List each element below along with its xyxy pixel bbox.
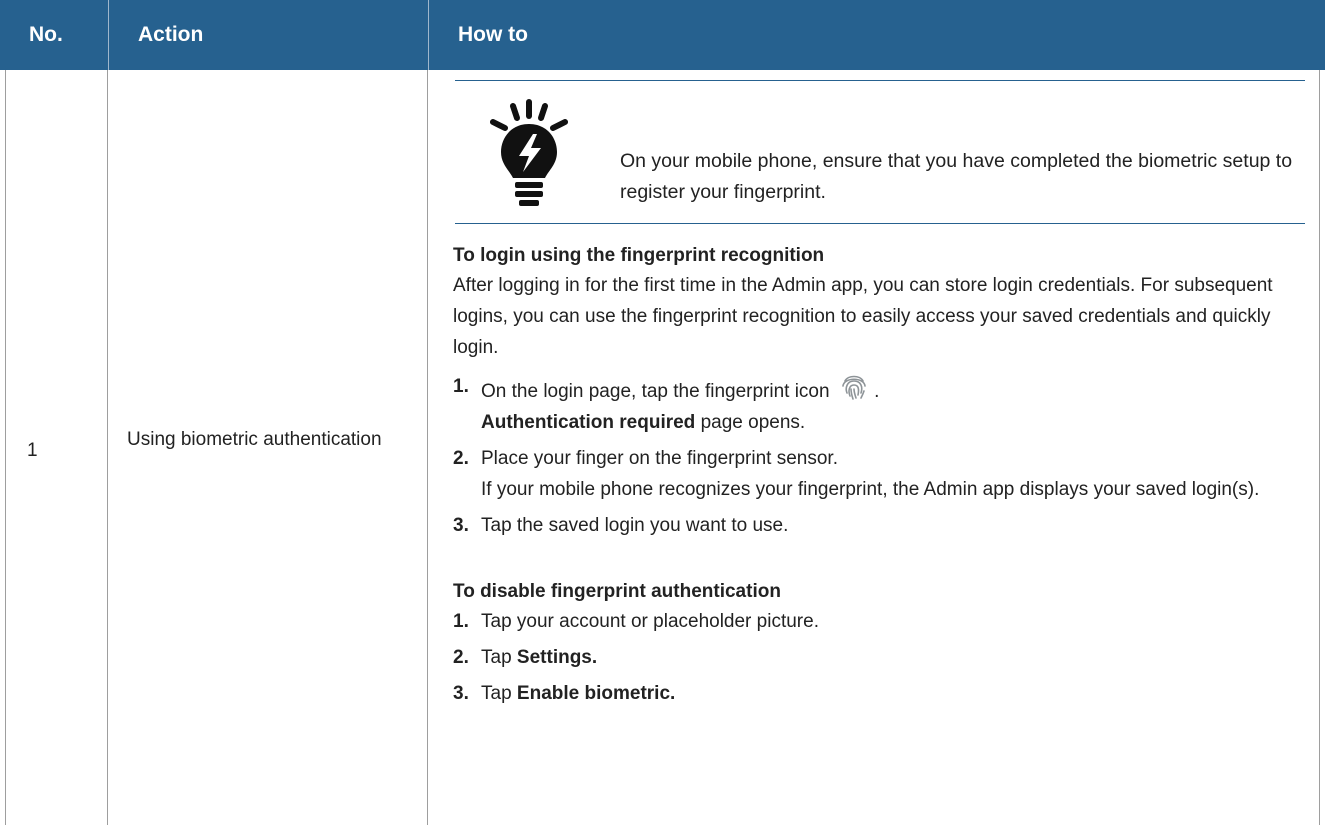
step-text: Tap the saved login you want to use. <box>481 515 789 536</box>
settings-label: Settings. <box>516 647 598 668</box>
enable-biometric-label: Enable biometric. <box>516 683 676 704</box>
step-text-end: . <box>874 381 880 402</box>
table-border-left <box>5 70 6 825</box>
note-rule-bottom <box>455 223 1305 224</box>
header-action: Action <box>108 0 428 70</box>
table-row: 1 Using biometric authentication On your… <box>0 70 1325 825</box>
step-text: Tap your account or placeholder picture. <box>481 611 819 632</box>
row-action: Using biometric authentication <box>127 429 382 450</box>
table-border-right <box>1319 70 1320 825</box>
note-rule-top <box>455 80 1305 81</box>
step-result: If your mobile phone recognizes your fin… <box>481 479 1260 500</box>
step-number: 3. <box>453 515 469 536</box>
column-divider-1 <box>107 70 108 825</box>
step-number: 2. <box>453 448 469 469</box>
login-section-title: To login using the fingerprint recogniti… <box>453 245 825 266</box>
page-name: Authentication required <box>481 412 696 433</box>
login-steps-list: 1. On the login page, tap the fingerprin… <box>453 371 1313 541</box>
list-item: 1. On the login page, tap the fingerprin… <box>453 371 1313 438</box>
tip-note-text: On your mobile phone, ensure that you ha… <box>620 150 1293 203</box>
list-item: 2. Place your finger on the fingerprint … <box>453 443 1313 505</box>
list-item: 3. Tap the saved login you want to use. <box>453 510 1313 541</box>
table-header-row: No. Action How to <box>0 0 1325 70</box>
step-number: 3. <box>453 683 469 704</box>
column-divider-2 <box>427 70 428 825</box>
how-to-content: To login using the fingerprint recogniti… <box>453 242 1313 714</box>
step-text: Tap <box>481 683 517 704</box>
step-text: Place your finger on the fingerprint sen… <box>481 448 838 469</box>
lightbulb-icon <box>490 99 568 206</box>
disable-section-title: To disable fingerprint authentication <box>453 581 781 602</box>
list-item: 3. Tap Enable biometric. <box>453 678 1313 709</box>
header-no: No. <box>29 23 63 46</box>
step-number: 2. <box>453 647 469 668</box>
header-how-to: How to <box>428 0 1325 70</box>
step-text: Tap <box>481 647 517 668</box>
step-text: On the login page, tap the fingerprint i… <box>481 381 830 402</box>
procedure-table: No. Action How to 1 Using biometric auth… <box>0 0 1325 825</box>
step-result: Authentication required page opens. <box>481 407 1313 438</box>
list-item: 1. Tap your account or placeholder pictu… <box>453 606 1313 637</box>
step-number: 1. <box>453 376 469 397</box>
list-item: 2. Tap Settings. <box>453 642 1313 673</box>
disable-steps-list: 1. Tap your account or placeholder pictu… <box>453 606 1313 709</box>
step-number: 1. <box>453 611 469 632</box>
login-section-intro: After logging in for the first time in t… <box>453 275 1273 358</box>
step-result-text: page opens. <box>695 412 806 433</box>
fingerprint-icon <box>842 375 866 400</box>
row-number: 1 <box>27 440 38 461</box>
